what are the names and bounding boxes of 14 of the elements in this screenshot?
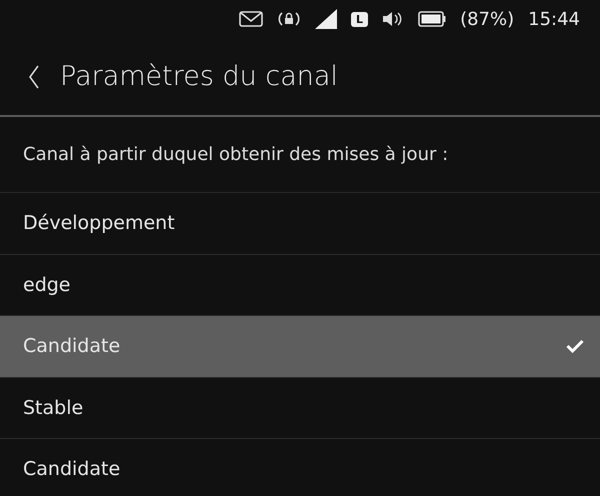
page-title: Paramètres du canal bbox=[60, 61, 338, 92]
back-icon[interactable] bbox=[28, 64, 40, 88]
clock-time: 15:44 bbox=[528, 8, 580, 30]
volume-icon bbox=[382, 10, 404, 28]
channel-option[interactable]: Candidate bbox=[0, 316, 600, 378]
channel-prompt: Canal à partir duquel obtenir des mises à jour : bbox=[23, 144, 448, 165]
network-badge: L bbox=[351, 12, 368, 26]
mail-icon bbox=[239, 11, 264, 27]
checkmark-icon bbox=[566, 339, 584, 354]
signal-icon bbox=[315, 9, 338, 29]
battery-percent: (87%) bbox=[460, 8, 514, 30]
channel-option[interactable]: Stable bbox=[0, 378, 600, 439]
battery-icon bbox=[418, 11, 446, 27]
channel-option[interactable]: edge bbox=[0, 254, 600, 316]
